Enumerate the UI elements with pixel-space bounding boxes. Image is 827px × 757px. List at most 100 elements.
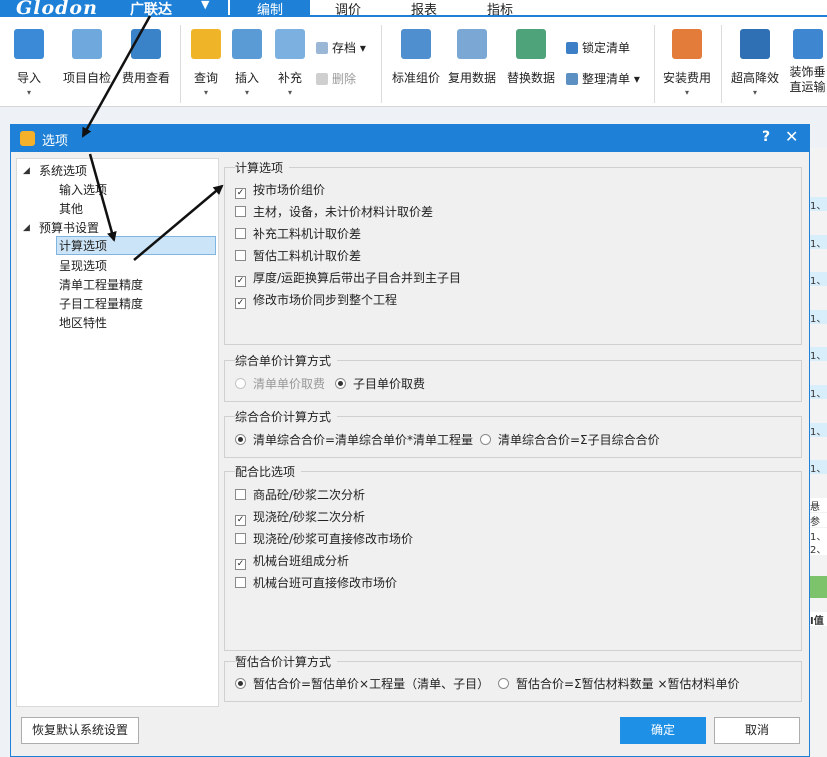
estimate-method-group: 暂估合价计算方式 暂估合价=暂估单价×工程量（清单、子目） 暂估合价=Σ暂估材料… <box>224 653 802 702</box>
dialog-title-bar[interactable]: 选项 ? ✕ <box>11 125 809 152</box>
option-commercial-concrete[interactable]: 商品砼/砂浆二次分析 <box>235 486 365 505</box>
reuse-data-label: 复用数据 <box>447 71 496 85</box>
option-item-unit-price[interactable]: 子目单价取费 <box>335 375 425 394</box>
standard-pricing-label: 标准组价 <box>391 71 440 85</box>
option-estimate-material-diff[interactable]: 暂估工料机计取价差 <box>235 247 361 266</box>
delete-button[interactable]: 删除 <box>316 70 356 90</box>
option-label: 厚度/运距换算后带出子目合并到主子目 <box>253 271 462 285</box>
fee-view-button[interactable]: 费用查看 <box>117 29 175 107</box>
radio[interactable] <box>480 434 491 445</box>
grid-cell: 1、 <box>810 528 827 542</box>
high-rise-button[interactable]: 超高降效 ▾ <box>726 29 784 107</box>
lock-list-button[interactable]: 锁定清单 <box>566 39 630 59</box>
grid-cell: 1、 <box>810 272 827 286</box>
tab-reports[interactable]: 报表 <box>384 0 464 18</box>
option-label: 清单单价取费 <box>253 377 326 391</box>
radio[interactable] <box>235 378 246 389</box>
checkbox[interactable]: ✓ <box>235 298 246 309</box>
grid-cell: 1、 <box>810 197 827 211</box>
cancel-button[interactable]: 取消 <box>714 717 800 744</box>
radio[interactable] <box>235 678 246 689</box>
tree-item-system-options[interactable]: 系统选项 <box>39 162 87 181</box>
import-button[interactable]: 导入 ▾ <box>0 29 58 107</box>
tab-adjust-price[interactable]: 调价 <box>308 0 388 18</box>
option-label: 修改市场价同步到整个工程 <box>253 293 398 307</box>
project-check-button[interactable]: 项目自检 <box>58 29 116 107</box>
radio[interactable] <box>335 378 346 389</box>
radio[interactable] <box>498 678 509 689</box>
install-fee-button[interactable]: 安装费用 ▾ <box>658 29 716 107</box>
checkbox[interactable]: ✓ <box>235 559 246 570</box>
replace-data-button[interactable]: 替换数据 <box>502 29 560 107</box>
supplement-button[interactable]: 补充 ▾ <box>261 29 319 107</box>
tree-item-calc-options[interactable]: 计算选项 <box>56 236 216 255</box>
option-main-material-diff[interactable]: 主材，设备，未计价材料计取价差 <box>235 203 433 222</box>
grid-cell: 1、 <box>810 385 827 399</box>
vertical-transport-icon <box>792 29 823 59</box>
tree-item-list-quantity-precision[interactable]: 清单工程量精度 <box>59 276 143 295</box>
option-estimate-by-quantity[interactable]: 暂估合价=暂估单价×工程量（清单、子目） <box>235 675 489 694</box>
grid-cell: 参 <box>810 513 827 527</box>
option-supplement-material-diff[interactable]: 补充工料机计取价差 <box>235 225 361 244</box>
tree-item-region-features[interactable]: 地区特性 <box>59 314 107 333</box>
ribbon-separator <box>381 25 382 103</box>
dropdown-icon: ▾ <box>287 88 292 97</box>
help-icon[interactable]: ? <box>762 129 770 145</box>
standard-pricing-icon <box>401 29 431 59</box>
option-estimate-by-sum[interactable]: 暂估合价=Σ暂估材料数量 ×暂估材料单价 <box>498 675 740 694</box>
option-total-by-quantity[interactable]: 清单综合合价=清单综合单价*清单工程量 <box>235 431 473 450</box>
app-header: Glodon 广联达 ▼ 编制 调价 报表 指标 <box>0 0 827 19</box>
organize-list-button[interactable]: 整理清单 ▾ <box>566 70 640 90</box>
ok-button[interactable]: 确定 <box>620 717 706 744</box>
reuse-data-button[interactable]: 复用数据 <box>443 29 501 107</box>
grid-cell: 1、 <box>810 235 827 249</box>
tree-item-display-options[interactable]: 呈现选项 <box>59 257 107 276</box>
option-label: 清单综合合价=清单综合单价*清单工程量 <box>253 433 474 447</box>
brand-logo: Glodon <box>16 0 98 19</box>
save-archive-button[interactable]: 存档 ▾ <box>316 39 366 59</box>
reuse-data-icon <box>457 29 487 59</box>
checkbox[interactable]: ✓ <box>235 188 246 199</box>
high-rise-icon <box>740 29 770 59</box>
option-label: 暂估工料机计取价差 <box>253 249 362 263</box>
tab-indicators[interactable]: 指标 <box>460 0 540 18</box>
checkbox[interactable] <box>235 489 246 500</box>
grid-cell: 1、 <box>810 460 827 474</box>
query-icon <box>191 29 221 59</box>
tree-item-other[interactable]: 其他 <box>59 200 83 219</box>
checkbox[interactable] <box>235 577 246 588</box>
option-merge-sub-items[interactable]: ✓ 厚度/运距换算后带出子目合并到主子目 <box>235 269 461 288</box>
tree-item-item-quantity-precision[interactable]: 子目工程量精度 <box>59 295 143 314</box>
checkbox[interactable] <box>235 206 246 217</box>
checkbox[interactable] <box>235 533 246 544</box>
brand-menu[interactable]: Glodon 广联达 ▼ <box>0 0 228 19</box>
restore-defaults-button[interactable]: 恢复默认系统设置 <box>21 717 139 744</box>
option-machine-edit-price[interactable]: 机械台班可直接修改市场价 <box>235 574 397 593</box>
install-fee-icon <box>672 29 702 59</box>
checkbox[interactable]: ✓ <box>235 515 246 526</box>
expand-icon[interactable]: ◢ <box>23 166 30 176</box>
option-total-by-sum[interactable]: 清单综合合价=Σ子目综合合价 <box>480 431 660 450</box>
standard-pricing-button[interactable]: 标准组价 <box>387 29 445 107</box>
tab-edit[interactable]: 编制 <box>230 0 310 18</box>
checkbox[interactable] <box>235 250 246 261</box>
option-sync-market-price[interactable]: ✓ 修改市场价同步到整个工程 <box>235 291 397 310</box>
checkbox[interactable]: ✓ <box>235 276 246 287</box>
expand-icon[interactable]: ◢ <box>23 223 30 233</box>
tree-item-input-options[interactable]: 输入选项 <box>59 181 107 200</box>
option-market-price-pricing[interactable]: ✓ 按市场价组价 <box>235 181 325 200</box>
option-cast-concrete[interactable]: ✓ 现浇砼/砂浆二次分析 <box>235 508 365 527</box>
checkbox[interactable] <box>235 228 246 239</box>
vertical-transport-label: 装饰垂直运输 <box>789 65 826 94</box>
total-price-method-group: 综合合价计算方式 清单综合合价=清单综合单价*清单工程量 清单综合合价=Σ子目综… <box>224 408 802 458</box>
grid-cell: 悬 <box>810 498 827 512</box>
close-icon[interactable]: ✕ <box>785 127 798 146</box>
top-nav: 编制 调价 报表 指标 <box>228 0 827 18</box>
group-title: 暂估合价计算方式 <box>235 653 338 670</box>
option-cast-concrete-edit-price[interactable]: 现浇砼/砂浆可直接修改市场价 <box>235 530 413 549</box>
vertical-transport-button[interactable]: 装饰垂直运输 <box>788 29 827 107</box>
radio[interactable] <box>235 434 246 445</box>
save-archive-label: 存档 <box>332 41 357 55</box>
option-list-unit-price[interactable]: 清单单价取费 <box>235 375 325 394</box>
option-machine-analysis[interactable]: ✓ 机械台班组成分析 <box>235 552 349 571</box>
